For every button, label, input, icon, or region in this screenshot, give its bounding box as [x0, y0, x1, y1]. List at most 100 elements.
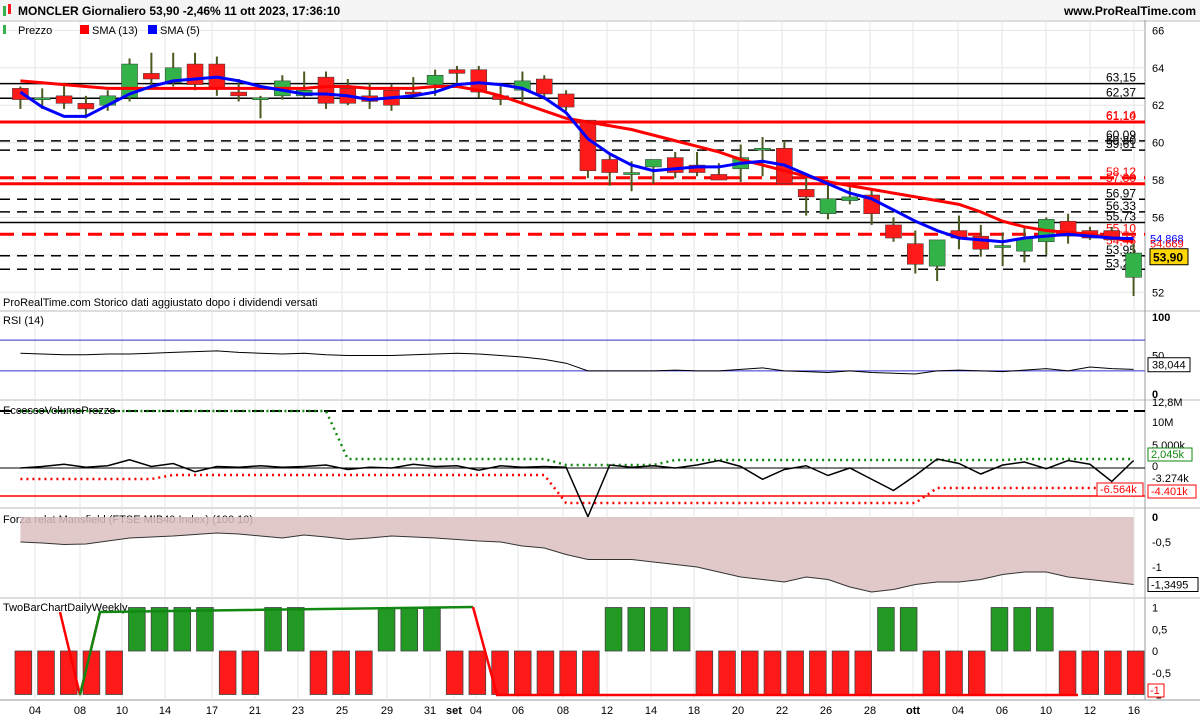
twobar-bar: [741, 650, 759, 695]
rsi-title: RSI (14): [3, 315, 44, 327]
x-tick-label: 31: [424, 705, 436, 717]
last-price-label: 53,90: [1153, 251, 1183, 265]
x-tick-label: 08: [74, 705, 86, 717]
twobar-bar: [1104, 650, 1122, 695]
twobar-bar: [650, 607, 668, 652]
candle-body: [230, 91, 247, 97]
y-tick-label: 56: [1152, 212, 1164, 224]
y-tick-label: 62: [1152, 100, 1164, 112]
twobar-bar: [264, 607, 282, 652]
twobar-bar: [377, 607, 396, 652]
twobar-bar: [604, 607, 623, 652]
candle-body: [928, 239, 946, 267]
twobar-bar: [536, 650, 555, 695]
x-tick-label: 10: [1040, 705, 1052, 717]
twobar-bar: [899, 607, 918, 652]
y-tick-label: 58: [1152, 175, 1164, 187]
mansfield-tick: -1: [1152, 562, 1162, 574]
candle-body: [55, 95, 73, 104]
candle-body: [186, 63, 204, 85]
candle-body: [710, 174, 728, 181]
candle-body: [907, 243, 924, 265]
level-label: 59,61: [1106, 137, 1136, 151]
y-tick-label: 52: [1152, 287, 1164, 299]
twobar-bar: [128, 607, 146, 652]
site-label: www.ProRealTime.com: [1063, 4, 1196, 18]
twobar-bar: [1081, 650, 1100, 695]
x-tick-label: 29: [381, 705, 393, 717]
twobar-bar: [559, 650, 577, 695]
legend-price: Prezzo: [18, 25, 52, 37]
twobar-bar: [514, 650, 532, 695]
x-tick-label: 25: [336, 705, 348, 717]
x-tick-label: 22: [776, 705, 788, 717]
x-tick-label: 21: [249, 705, 261, 717]
candle-body: [536, 78, 553, 95]
x-tick-label: 04: [470, 705, 482, 717]
twobar-bar: [968, 650, 986, 695]
twobar-bar: [1036, 607, 1054, 652]
ev-min-value: -6.564k: [1100, 484, 1137, 496]
twobar-bar: [286, 607, 305, 652]
x-tick-label: set: [446, 705, 462, 717]
twobar-bar: [718, 650, 736, 695]
twobar-bar: [150, 607, 169, 652]
candle-body: [819, 198, 837, 214]
twobar-bar: [854, 650, 873, 695]
candle-body: [33, 97, 51, 100]
x-tick-label: 16: [1128, 705, 1140, 717]
twobar-bar: [309, 650, 328, 695]
x-tick-label: 10: [116, 705, 128, 717]
legend-sma13: SMA (13): [92, 25, 138, 37]
rsi-tick: 100: [1152, 312, 1170, 324]
twobar-bar: [945, 650, 963, 695]
twobar-tick: -0,5: [1152, 668, 1171, 680]
level-label: 57,80: [1106, 171, 1136, 185]
level-label: 62,37: [1106, 85, 1136, 99]
twobar-bar: [241, 650, 260, 695]
x-tick-label: 23: [292, 705, 304, 717]
legend-price-swatch: [3, 25, 6, 34]
twobar-bar: [877, 607, 895, 652]
twobar-bar: [173, 607, 191, 652]
x-tick-label: 14: [159, 705, 171, 717]
x-tick-label: 14: [645, 705, 657, 717]
mansfield-value: -1,3495: [1151, 580, 1188, 592]
twobar-bar: [1126, 650, 1145, 695]
twobar-bar: [763, 650, 782, 695]
level-label: 63,15: [1106, 71, 1136, 85]
ev-lower-band: [20, 473, 1134, 505]
twobar-bar: [1013, 607, 1031, 652]
x-tick-label: 04: [952, 705, 964, 717]
x-tick-label: 12: [1084, 705, 1096, 717]
twobar-bar: [468, 650, 487, 695]
twobar-bar: [196, 607, 214, 652]
price-note: ProRealTime.com Storico dati aggiustato …: [3, 297, 317, 309]
legend-sma5: SMA (5): [160, 25, 200, 37]
twobar-bar: [695, 650, 714, 695]
header-candle-icon-2: [8, 4, 11, 14]
twobar-bar: [423, 607, 441, 652]
ev-lower-value: -4.401k: [1151, 486, 1188, 498]
twobar-bar: [627, 607, 646, 652]
y-tick-label: 60: [1152, 138, 1164, 150]
candle-body: [252, 97, 269, 100]
twobar-tick: 1: [1152, 603, 1158, 615]
candle-body: [557, 93, 575, 108]
x-tick-label: 26: [820, 705, 832, 717]
twobar-bar: [37, 650, 55, 695]
twobar-bar: [105, 650, 123, 695]
level-label: 61,14: [1106, 108, 1136, 122]
candle-body: [601, 159, 618, 173]
candle-body: [426, 75, 444, 85]
twobar-value: -1: [1150, 685, 1160, 697]
candle-body: [994, 245, 1011, 248]
twobar-tick: 0,5: [1152, 624, 1167, 636]
header-candle-icon: [3, 6, 6, 16]
mansfield-tick: -0,5: [1152, 537, 1171, 549]
twobar-bar: [582, 650, 600, 695]
chart-canvas: MONCLER Giornaliero 53,90 -2,46% 11 ott …: [0, 0, 1200, 717]
ev-tick: 0: [1152, 461, 1158, 473]
twobar-bar: [14, 650, 33, 695]
twobar-bar: [809, 650, 827, 695]
